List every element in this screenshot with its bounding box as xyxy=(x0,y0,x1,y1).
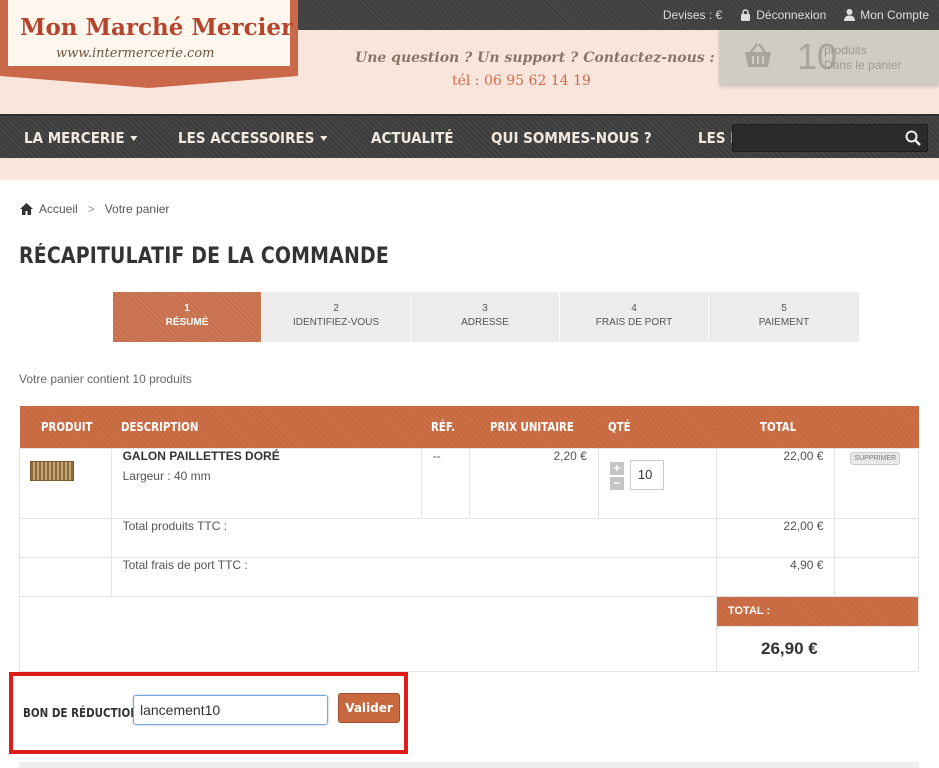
shipping-value: 4,90 € xyxy=(715,556,836,597)
currency-selector[interactable]: Devises : € xyxy=(663,8,722,22)
col-header-description: DESCRIPTION xyxy=(111,406,422,448)
breadcrumb: Accueil > Votre panier xyxy=(20,202,169,216)
table-header-row: PRODUIT DESCRIPTION RÉF. PRIX UNITAIRE Q… xyxy=(19,406,919,448)
step-shipping: 4 FRAIS DE PORT xyxy=(560,292,709,342)
product-unit-price: 2,20 € xyxy=(469,447,599,519)
logo-title: Mon Marché Mercier xyxy=(20,14,294,41)
search-input[interactable] xyxy=(732,124,928,152)
contact-question: Une question ? Un support ? Contactez-no… xyxy=(355,50,715,66)
total-products-row: Total produits TTC : 22,00 € xyxy=(19,517,919,558)
step-label: IDENTIFIEZ-VOUS xyxy=(292,317,380,328)
shipping-label: Total frais de port TTC : xyxy=(110,556,717,597)
step-number: 3 xyxy=(482,303,488,314)
step-address: 3 ADRESSE xyxy=(411,292,560,342)
user-icon xyxy=(844,9,856,21)
account-link[interactable]: Mon Compte xyxy=(844,8,929,22)
qty-increase-button[interactable]: + xyxy=(609,461,624,475)
total-products-value: 22,00 € xyxy=(715,517,836,558)
voucher-section: BON DE RÉDUCTION lancement10 Valider xyxy=(9,672,408,754)
col-header-total: TOTAL xyxy=(716,406,835,448)
quantity-input[interactable]: 10 xyxy=(629,459,664,490)
grand-total-head-row: TOTAL : xyxy=(19,595,920,672)
step-payment: 5 PAIEMENT xyxy=(709,292,859,342)
voucher-submit-button[interactable]: Valider xyxy=(338,693,400,723)
step-number: 2 xyxy=(333,303,339,314)
product-name[interactable]: GALON PAILLETTES DORÉ xyxy=(123,449,410,463)
checkout-steps: 1 RÉSUMÉ 2 IDENTIFIEZ-VOUS 3 ADRESSE 4 F… xyxy=(113,292,861,342)
account-label: Mon Compte xyxy=(860,8,929,22)
logout-label: Déconnexion xyxy=(756,8,827,22)
top-bar: Devises : € Déconnexion Mon Compte xyxy=(298,0,939,30)
search-icon[interactable] xyxy=(905,130,921,146)
step-label: PAIEMENT xyxy=(758,317,810,328)
nav-item-qui-sommes-nous[interactable]: QUI SOMMES-NOUS ? xyxy=(491,129,652,147)
col-header-ref: RÉF. xyxy=(421,406,470,448)
breadcrumb-home[interactable]: Accueil xyxy=(39,202,78,216)
nav-label: LES ACCESSOIRES xyxy=(177,129,315,147)
logo-ribbon xyxy=(0,72,298,88)
product-total: 22,00 € xyxy=(715,447,836,519)
col-header-qte: QTÉ xyxy=(598,406,717,448)
basket-icon xyxy=(745,43,771,67)
product-thumbnail[interactable] xyxy=(30,460,74,481)
qty-decrease-button[interactable]: − xyxy=(609,476,624,490)
product-attribute: Largeur : 40 mm xyxy=(122,468,211,483)
caret-down-icon xyxy=(129,135,138,141)
grand-total-label: TOTAL : xyxy=(715,595,920,627)
table-row: GALON PAILLETTES DORÉ Largeur : 40 mm --… xyxy=(19,447,919,519)
logout-link[interactable]: Déconnexion xyxy=(740,8,826,22)
step-number: 4 xyxy=(631,303,637,314)
lock-icon xyxy=(741,9,751,21)
nav-label: QUI SOMMES-NOUS ? xyxy=(491,129,652,147)
shipping-row: Total frais de port TTC : 4,90 € xyxy=(19,556,919,597)
breadcrumb-current: Votre panier xyxy=(104,202,170,216)
logo-url: www.intermercerie.com xyxy=(56,46,215,61)
breadcrumb-separator: > xyxy=(87,202,95,216)
col-header-prix: PRIX UNITAIRE xyxy=(469,406,599,448)
total-products-label: Total produits TTC : xyxy=(110,517,717,558)
site-logo[interactable]: Mon Marché Mercier www.intermercerie.com xyxy=(0,0,298,88)
contact-phone: tél : 06 95 62 14 19 xyxy=(452,73,591,89)
main-content: Accueil > Votre panier RÉCAPITULATIF DE … xyxy=(0,180,939,768)
currency-label: Devises : € xyxy=(662,8,723,22)
step-summary[interactable]: 1 RÉSUMÉ xyxy=(113,292,262,342)
cart-table: PRODUIT DESCRIPTION RÉF. PRIX UNITAIRE Q… xyxy=(19,406,920,672)
step-number: 1 xyxy=(184,303,190,314)
home-icon[interactable] xyxy=(20,203,33,215)
voucher-code-input[interactable]: lancement10 xyxy=(133,695,328,725)
step-label: FRAIS DE PORT xyxy=(595,317,673,328)
cart-label-basket: Dans le panier xyxy=(824,58,902,72)
step-login: 2 IDENTIFIEZ-VOUS xyxy=(262,292,411,342)
cart-summary[interactable]: 10 produits Dans le panier xyxy=(719,30,939,84)
delete-product-button[interactable]: SUPPRIMER xyxy=(850,451,901,465)
voucher-label: BON DE RÉDUCTION xyxy=(23,706,139,720)
nav-label: ACTUALITÉ xyxy=(371,129,454,147)
col-header-produit: PRODUIT xyxy=(19,406,112,448)
nav-label: LA MERCERIE xyxy=(24,129,125,147)
main-nav: LA MERCERIE LES ACCESSOIRES ACTUALITÉ QU… xyxy=(0,114,939,158)
step-label: RÉSUMÉ xyxy=(165,317,209,328)
step-number: 5 xyxy=(781,303,787,314)
grand-total-value: 26,90 € xyxy=(715,625,920,672)
cart-label-products: produits xyxy=(824,43,867,57)
step-label: ADRESSE xyxy=(461,317,509,328)
bottom-divider xyxy=(19,762,919,768)
product-ref: -- xyxy=(420,447,471,519)
nav-item-actualite[interactable]: ACTUALITÉ xyxy=(371,129,454,147)
cart-summary-text: Votre panier contient 10 produits xyxy=(19,372,192,386)
caret-down-icon xyxy=(319,135,327,141)
nav-item-accessoires[interactable]: LES ACCESSOIRES xyxy=(178,129,327,147)
page-title: RÉCAPITULATIF DE LA COMMANDE xyxy=(19,244,389,269)
nav-item-mercerie[interactable]: LA MERCERIE xyxy=(24,129,138,147)
